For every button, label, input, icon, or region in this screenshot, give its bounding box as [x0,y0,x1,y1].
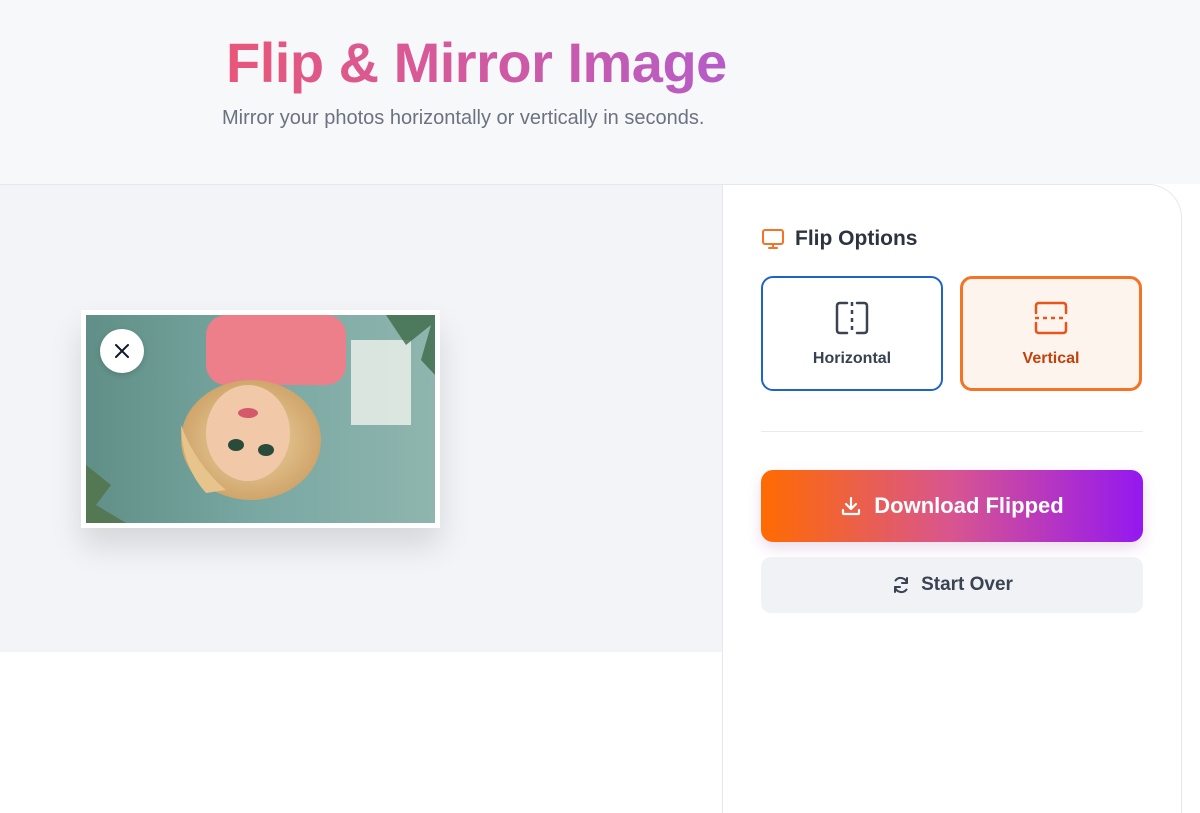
start-over-label: Start Over [921,574,1013,595]
panel-divider [761,431,1143,432]
start-over-button[interactable]: Start Over [761,557,1143,613]
refresh-icon [894,576,909,594]
download-flipped-button[interactable]: Download Flipped [761,470,1143,542]
download-label: Download Flipped [874,493,1064,518]
horizontal-label: Horizontal [812,349,892,367]
flip-vertical-button[interactable]: Vertical [960,276,1142,391]
remove-image-button[interactable] [100,329,144,373]
close-icon [115,344,129,358]
download-icon [842,496,861,516]
photo-preview-card [81,310,440,528]
vertical-label: Vertical [1022,349,1080,367]
editor-area: Flip Options Horizontal Vertical Downloa… [0,184,1182,813]
preview-area [0,184,722,652]
flip-options-heading: Flip Options [761,227,917,251]
options-panel: Flip Options Horizontal Vertical Downloa… [722,184,1182,813]
page-title: Flip & Mirror Image [226,28,727,98]
monitor-icon [762,229,784,249]
flip-vertical-icon [1034,301,1068,334]
page-subtitle: Mirror your photos horizontally or verti… [222,107,705,129]
flip-horizontal-icon [835,301,869,334]
flip-horizontal-button[interactable]: Horizontal [761,276,943,391]
page-header: Flip & Mirror Image Mirror your photos h… [0,0,1200,184]
flip-options-label: Flip Options [795,227,918,250]
